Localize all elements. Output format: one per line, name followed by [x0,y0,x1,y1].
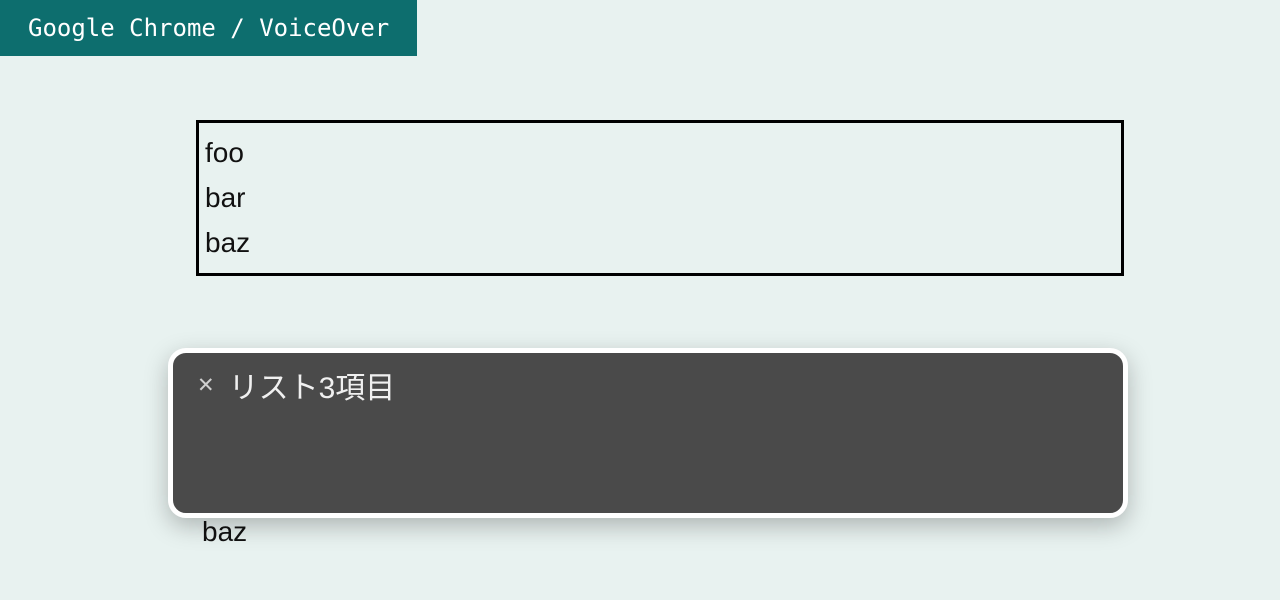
voiceover-message: リスト3項目 [229,371,396,407]
voiceover-caption-panel: ✕ リスト3項目 [168,348,1128,518]
focused-list[interactable]: foo bar baz [196,120,1124,276]
close-icon[interactable]: ✕ [197,372,215,399]
header-badge: Google Chrome / VoiceOver [0,0,417,56]
list-item: baz [205,221,1113,266]
list-item: foo [205,131,1113,176]
list-item: bar [205,176,1113,221]
